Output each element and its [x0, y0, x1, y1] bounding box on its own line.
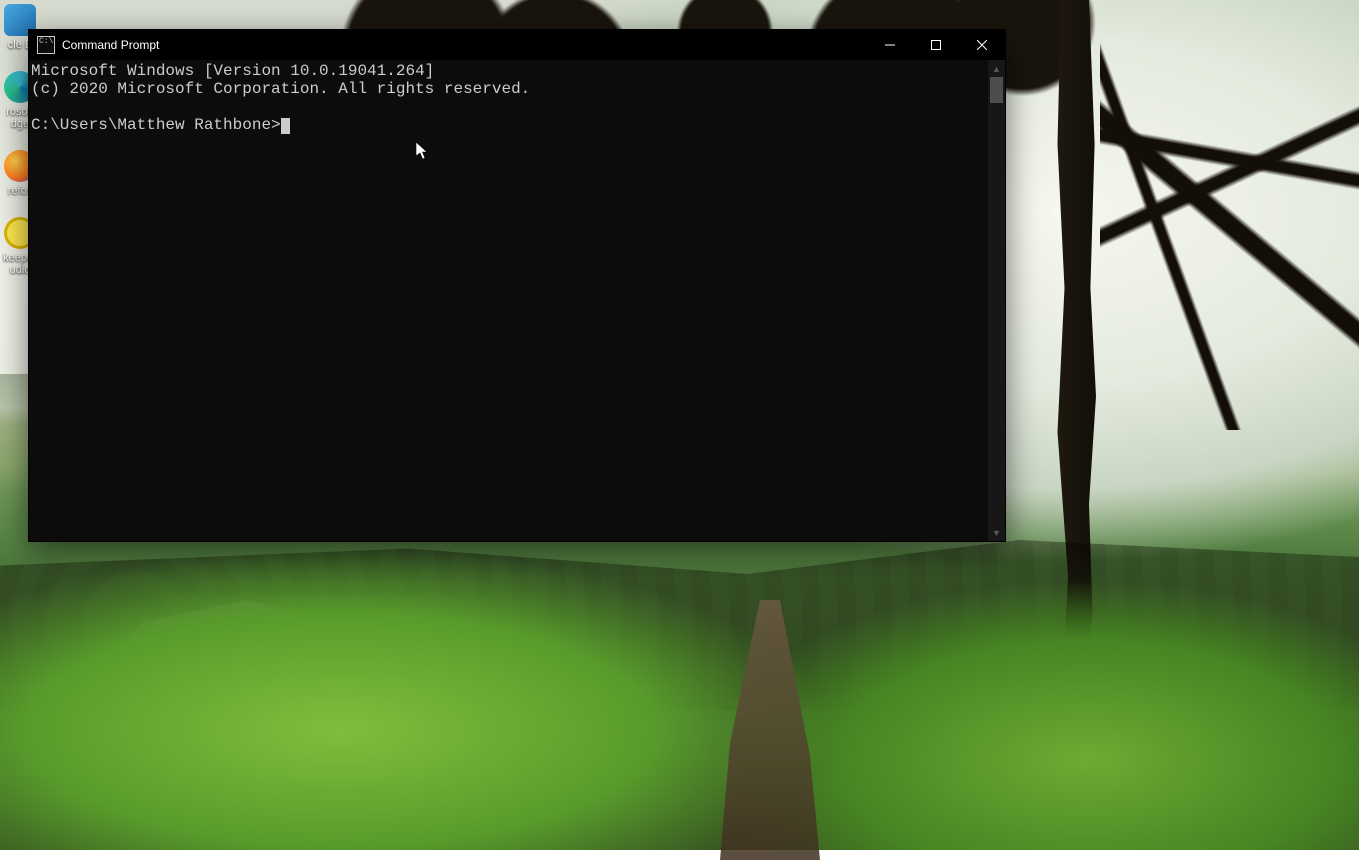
wallpaper-tree-branches	[1100, 0, 1359, 430]
titlebar[interactable]: Command Prompt	[29, 30, 1005, 60]
close-icon	[977, 40, 987, 50]
terminal-client-area: Microsoft Windows [Version 10.0.19041.26…	[29, 60, 1005, 541]
terminal-line: (c) 2020 Microsoft Corporation. All righ…	[31, 80, 530, 98]
scroll-thumb[interactable]	[990, 77, 1003, 103]
command-prompt-window[interactable]: Command Prompt Microsoft Windows [Versio…	[28, 29, 1006, 542]
mouse-pointer-icon	[339, 124, 351, 142]
minimize-icon	[885, 40, 895, 50]
scroll-up-button[interactable]: ▲	[988, 60, 1005, 77]
vertical-scrollbar[interactable]: ▲ ▼	[988, 60, 1005, 541]
maximize-button[interactable]	[913, 30, 959, 60]
close-button[interactable]	[959, 30, 1005, 60]
terminal-cursor	[281, 118, 290, 134]
maximize-icon	[931, 40, 941, 50]
wallpaper-grass	[0, 550, 1359, 850]
minimize-button[interactable]	[867, 30, 913, 60]
command-prompt-icon	[37, 36, 55, 54]
terminal-line: Microsoft Windows [Version 10.0.19041.26…	[31, 62, 434, 80]
terminal-prompt: C:\Users\Matthew Rathbone>	[31, 116, 281, 134]
scroll-down-button[interactable]: ▼	[988, 524, 1005, 541]
scroll-track[interactable]	[988, 77, 1005, 524]
terminal-output[interactable]: Microsoft Windows [Version 10.0.19041.26…	[29, 60, 988, 541]
window-title: Command Prompt	[62, 38, 159, 52]
